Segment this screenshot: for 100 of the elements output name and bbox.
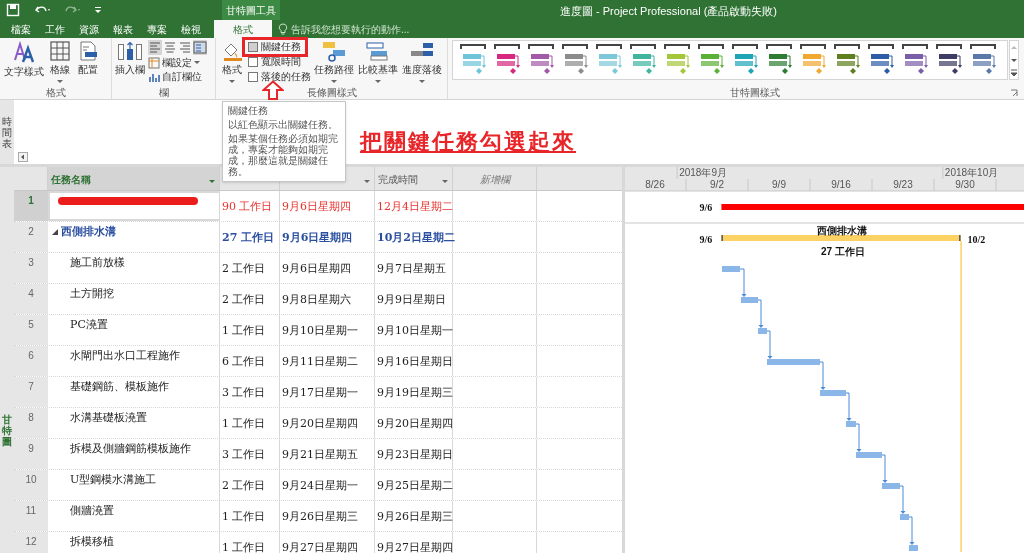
bar-label: 10/2	[967, 233, 986, 247]
table-cell: 9月26日星期三	[282, 510, 358, 523]
row-number[interactable]: 9	[28, 443, 34, 454]
dropdown-icon[interactable]	[442, 180, 448, 184]
highlight-rectangle	[242, 37, 308, 57]
row-number[interactable]: 1	[28, 195, 34, 206]
tooltip-title: 關鍵任務	[228, 105, 269, 116]
insert-column-button[interactable]: 插入欄	[114, 40, 146, 76]
table-cell: 9月6日星期四	[282, 262, 351, 275]
row-number[interactable]: 3	[28, 257, 34, 268]
table-cell: 1 工作日	[222, 541, 266, 553]
column-header: 完成時間	[378, 173, 418, 187]
table-cell: 9月17日星期一	[282, 386, 358, 399]
dropdown-icon[interactable]	[209, 180, 215, 184]
timeline-label: 時間表	[2, 115, 12, 149]
save-icon[interactable]	[6, 3, 20, 17]
column-header: 任務名稱	[51, 173, 91, 187]
column-settings-button[interactable]: 欄設定	[148, 57, 207, 69]
table-settings-icon	[148, 57, 160, 69]
table-cell: 9月24日星期一	[282, 479, 358, 492]
ribbon-tab[interactable]: 格式	[214, 20, 272, 38]
task-name: 水溝基礎板澆置	[70, 410, 147, 426]
ribbon-tab[interactable]: 檔案	[5, 20, 37, 38]
task-name: PC澆置	[70, 317, 108, 333]
table-cell: 6 工作日	[222, 355, 266, 368]
task-name: 西側排水溝	[61, 224, 116, 240]
ribbon-tab[interactable]: 資源	[73, 20, 105, 38]
table-cell: 90 工作日	[222, 200, 273, 213]
ribbon-tab[interactable]: 專案	[141, 20, 173, 38]
more-icon[interactable]	[1010, 67, 1018, 79]
checkbox[interactable]: 落後的任務	[248, 70, 312, 83]
table-cell: 9月10日星期一	[377, 324, 453, 337]
caret-icon	[194, 61, 200, 65]
group-label: 長條圖樣式	[306, 86, 357, 99]
table-cell: 9月6日星期四	[282, 231, 353, 244]
bar-label: 27 工作日	[821, 245, 865, 259]
lightbulb-icon	[278, 23, 288, 35]
task-path-icon	[321, 40, 347, 62]
tell-me-field[interactable]: 告訴我您想要執行的動作...	[291, 20, 410, 38]
row-number[interactable]: 10	[25, 474, 37, 485]
customize-icon[interactable]	[94, 5, 102, 15]
bar-columns-icon	[148, 71, 160, 83]
task-path-button[interactable]: 任務路徑	[312, 40, 356, 84]
baseline-button[interactable]: 比較基準	[356, 40, 400, 84]
row-number[interactable]: 6	[28, 350, 34, 361]
task-name: 拆模及側牆鋼筋模板施作	[70, 441, 191, 457]
table-cell: 9月20日星期四	[282, 417, 358, 430]
task-name: 土方開挖	[70, 286, 114, 302]
table-cell: 1 工作日	[222, 510, 266, 523]
bar-format-button[interactable]: 格式	[218, 40, 246, 84]
table-cell: 9月27日星期四	[377, 541, 453, 553]
table-cell: 9月11日星期二	[282, 355, 358, 368]
timescale-label: 9/2	[709, 179, 725, 191]
column-header: 新增欄	[479, 173, 510, 187]
table-cell: 2 工作日	[222, 293, 266, 306]
checkbox[interactable]: 寬限時間	[248, 55, 312, 68]
row-number[interactable]: 12	[25, 536, 37, 547]
text-styles-button[interactable]: 文字樣式	[2, 40, 46, 78]
row-number[interactable]: 2	[28, 226, 34, 237]
row-number[interactable]: 11	[25, 505, 37, 516]
ribbon-tab[interactable]: 報表	[107, 20, 139, 38]
row-number[interactable]: 7	[28, 381, 34, 392]
dependency-arrow	[757, 299, 764, 328]
timescale-label: 9/9	[771, 179, 787, 191]
row-number[interactable]: 8	[28, 412, 34, 423]
group-label: 欄	[158, 86, 169, 99]
table-cell: 10月2日星期二	[377, 231, 455, 244]
timescale-label: 9/30	[954, 179, 976, 191]
caret-icon	[57, 80, 63, 84]
table-cell: 1 工作日	[222, 324, 266, 337]
dependency-arrow	[766, 330, 773, 359]
table-cell: 9月10日星期一	[282, 324, 358, 337]
ribbon-tab[interactable]: 工作	[39, 20, 71, 38]
table-cell: 2 工作日	[222, 479, 266, 492]
row-number[interactable]: 5	[28, 319, 34, 330]
table-cell: 9月26日星期三	[377, 510, 453, 523]
table-cell: 27 工作日	[222, 231, 275, 244]
gridlines-button[interactable]: 格線	[46, 40, 74, 84]
table-cell: 9月8日星期六	[282, 293, 351, 306]
checkbox[interactable]: 關鍵任務	[248, 40, 312, 53]
collapse-icon[interactable]	[52, 229, 58, 236]
table-cell: 1 工作日	[222, 417, 266, 430]
task-name: 基礎鋼筋、模板施作	[70, 379, 169, 395]
timescale-label: 9/16	[830, 179, 852, 191]
row-number[interactable]: 4	[28, 288, 34, 299]
annotation-text: 把關鍵任務勾選起來	[360, 128, 576, 154]
dropdown-icon[interactable]	[364, 180, 370, 184]
table-cell: 3 工作日	[222, 448, 266, 461]
window-title: 進度圖 - Project Professional (產品啟動失敗)	[560, 4, 777, 19]
layout-button[interactable]: 配置	[74, 40, 102, 76]
ribbon-tab[interactable]: 檢視	[175, 20, 207, 38]
table-cell: 9月27日星期四	[282, 541, 358, 553]
table-cell: 9月16日星期日	[377, 355, 453, 368]
dependency-arrow	[881, 454, 888, 483]
dependency-arrow	[819, 361, 826, 390]
dialog-launcher-icon[interactable]	[1010, 89, 1018, 97]
custom-fields-button[interactable]: 自訂欄位	[148, 71, 207, 83]
scroll-left-icon[interactable]	[18, 152, 28, 162]
task-name: 側牆澆置	[70, 503, 114, 519]
slippage-button[interactable]: 進度落後	[400, 40, 444, 84]
